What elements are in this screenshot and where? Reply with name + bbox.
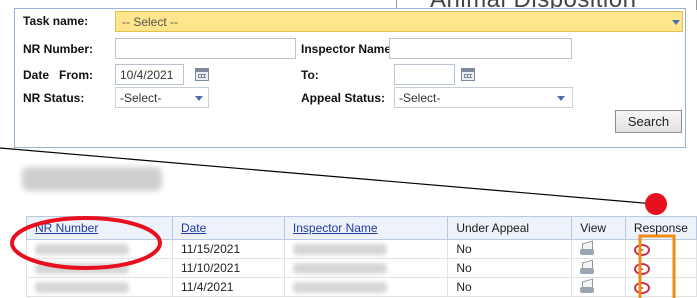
chevron-down-icon (195, 96, 203, 101)
search-button[interactable]: Search (615, 110, 682, 133)
redacted-value (35, 244, 129, 256)
chevron-down-icon (672, 20, 680, 25)
table-row: 11/15/2021 No (26, 239, 697, 259)
annotation-red-dot (645, 193, 667, 215)
table-row: 11/4/2021 No (26, 277, 697, 297)
results-count-redacted (22, 167, 162, 191)
under-appeal-cell: No (447, 258, 573, 278)
nr-number-cell[interactable] (26, 239, 173, 259)
column-header-inspector-name[interactable]: Inspector Name (283, 216, 449, 240)
date-to-input[interactable] (394, 64, 455, 85)
view-cell (571, 258, 626, 278)
redacted-value (292, 263, 387, 275)
nr-number-label: NR Number: (23, 42, 94, 56)
date-label: Date (23, 68, 50, 82)
redacted-value (35, 282, 129, 294)
response-cell (624, 277, 697, 297)
calendar-icon[interactable] (195, 68, 209, 81)
table-header-row: NR Number Date Inspector Name Under Appe… (26, 216, 697, 240)
arrow-circle-icon[interactable] (633, 243, 650, 256)
redacted-value (292, 244, 387, 256)
printer-icon[interactable] (580, 242, 595, 256)
chevron-down-icon (557, 96, 565, 101)
inspector-cell (283, 239, 449, 259)
column-header-nr-number[interactable]: NR Number (26, 216, 173, 240)
inspector-cell (283, 277, 449, 297)
task-name-label: Task name: (23, 14, 89, 28)
task-name-select-value: -- Select -- (122, 15, 179, 29)
nr-status-select[interactable]: -Select- (115, 87, 209, 108)
nr-status-label: NR Status: (23, 91, 85, 105)
view-cell (571, 239, 626, 259)
appeal-status-select-value: -Select- (399, 91, 441, 105)
date-to-label: To: (301, 68, 319, 82)
inspector-cell (283, 258, 449, 278)
task-name-select[interactable]: -- Select -- (115, 11, 683, 32)
printer-icon[interactable] (580, 261, 595, 275)
arrow-circle-icon[interactable] (633, 281, 650, 294)
view-cell (571, 277, 626, 297)
inspector-name-input[interactable] (389, 38, 572, 59)
search-panel: Task name: -- Select -- NR Number: Inspe… (14, 8, 686, 148)
nr-status-select-value: -Select- (120, 91, 162, 105)
response-cell (624, 239, 697, 259)
column-header-view: View (571, 216, 626, 240)
date-from-label: From: (59, 68, 93, 82)
column-header-date[interactable]: Date (171, 216, 285, 240)
nr-number-cell[interactable] (26, 258, 173, 278)
under-appeal-cell: No (447, 277, 573, 297)
response-cell (624, 258, 697, 278)
under-appeal-cell: No (447, 239, 573, 259)
redacted-value (292, 282, 387, 294)
printer-icon[interactable] (580, 280, 595, 294)
inspector-name-label: Inspector Name: (301, 42, 396, 56)
date-cell: 11/10/2021 (171, 258, 285, 278)
calendar-icon[interactable] (461, 68, 475, 81)
appeal-status-label: Appeal Status: (301, 91, 386, 105)
table-row: 11/10/2021 No (26, 258, 697, 278)
column-header-response: Response (624, 216, 697, 240)
redacted-value (35, 263, 129, 275)
appeal-status-select[interactable]: -Select- (394, 87, 573, 108)
results-table: NR Number Date Inspector Name Under Appe… (26, 216, 697, 297)
nr-number-input[interactable] (115, 38, 296, 59)
column-header-under-appeal: Under Appeal (447, 216, 573, 240)
date-cell: 11/4/2021 (171, 277, 285, 297)
arrow-circle-icon[interactable] (633, 262, 650, 275)
date-cell: 11/15/2021 (171, 239, 285, 259)
nr-number-cell[interactable] (26, 277, 173, 297)
date-from-input[interactable]: 10/4/2021 (115, 64, 184, 85)
